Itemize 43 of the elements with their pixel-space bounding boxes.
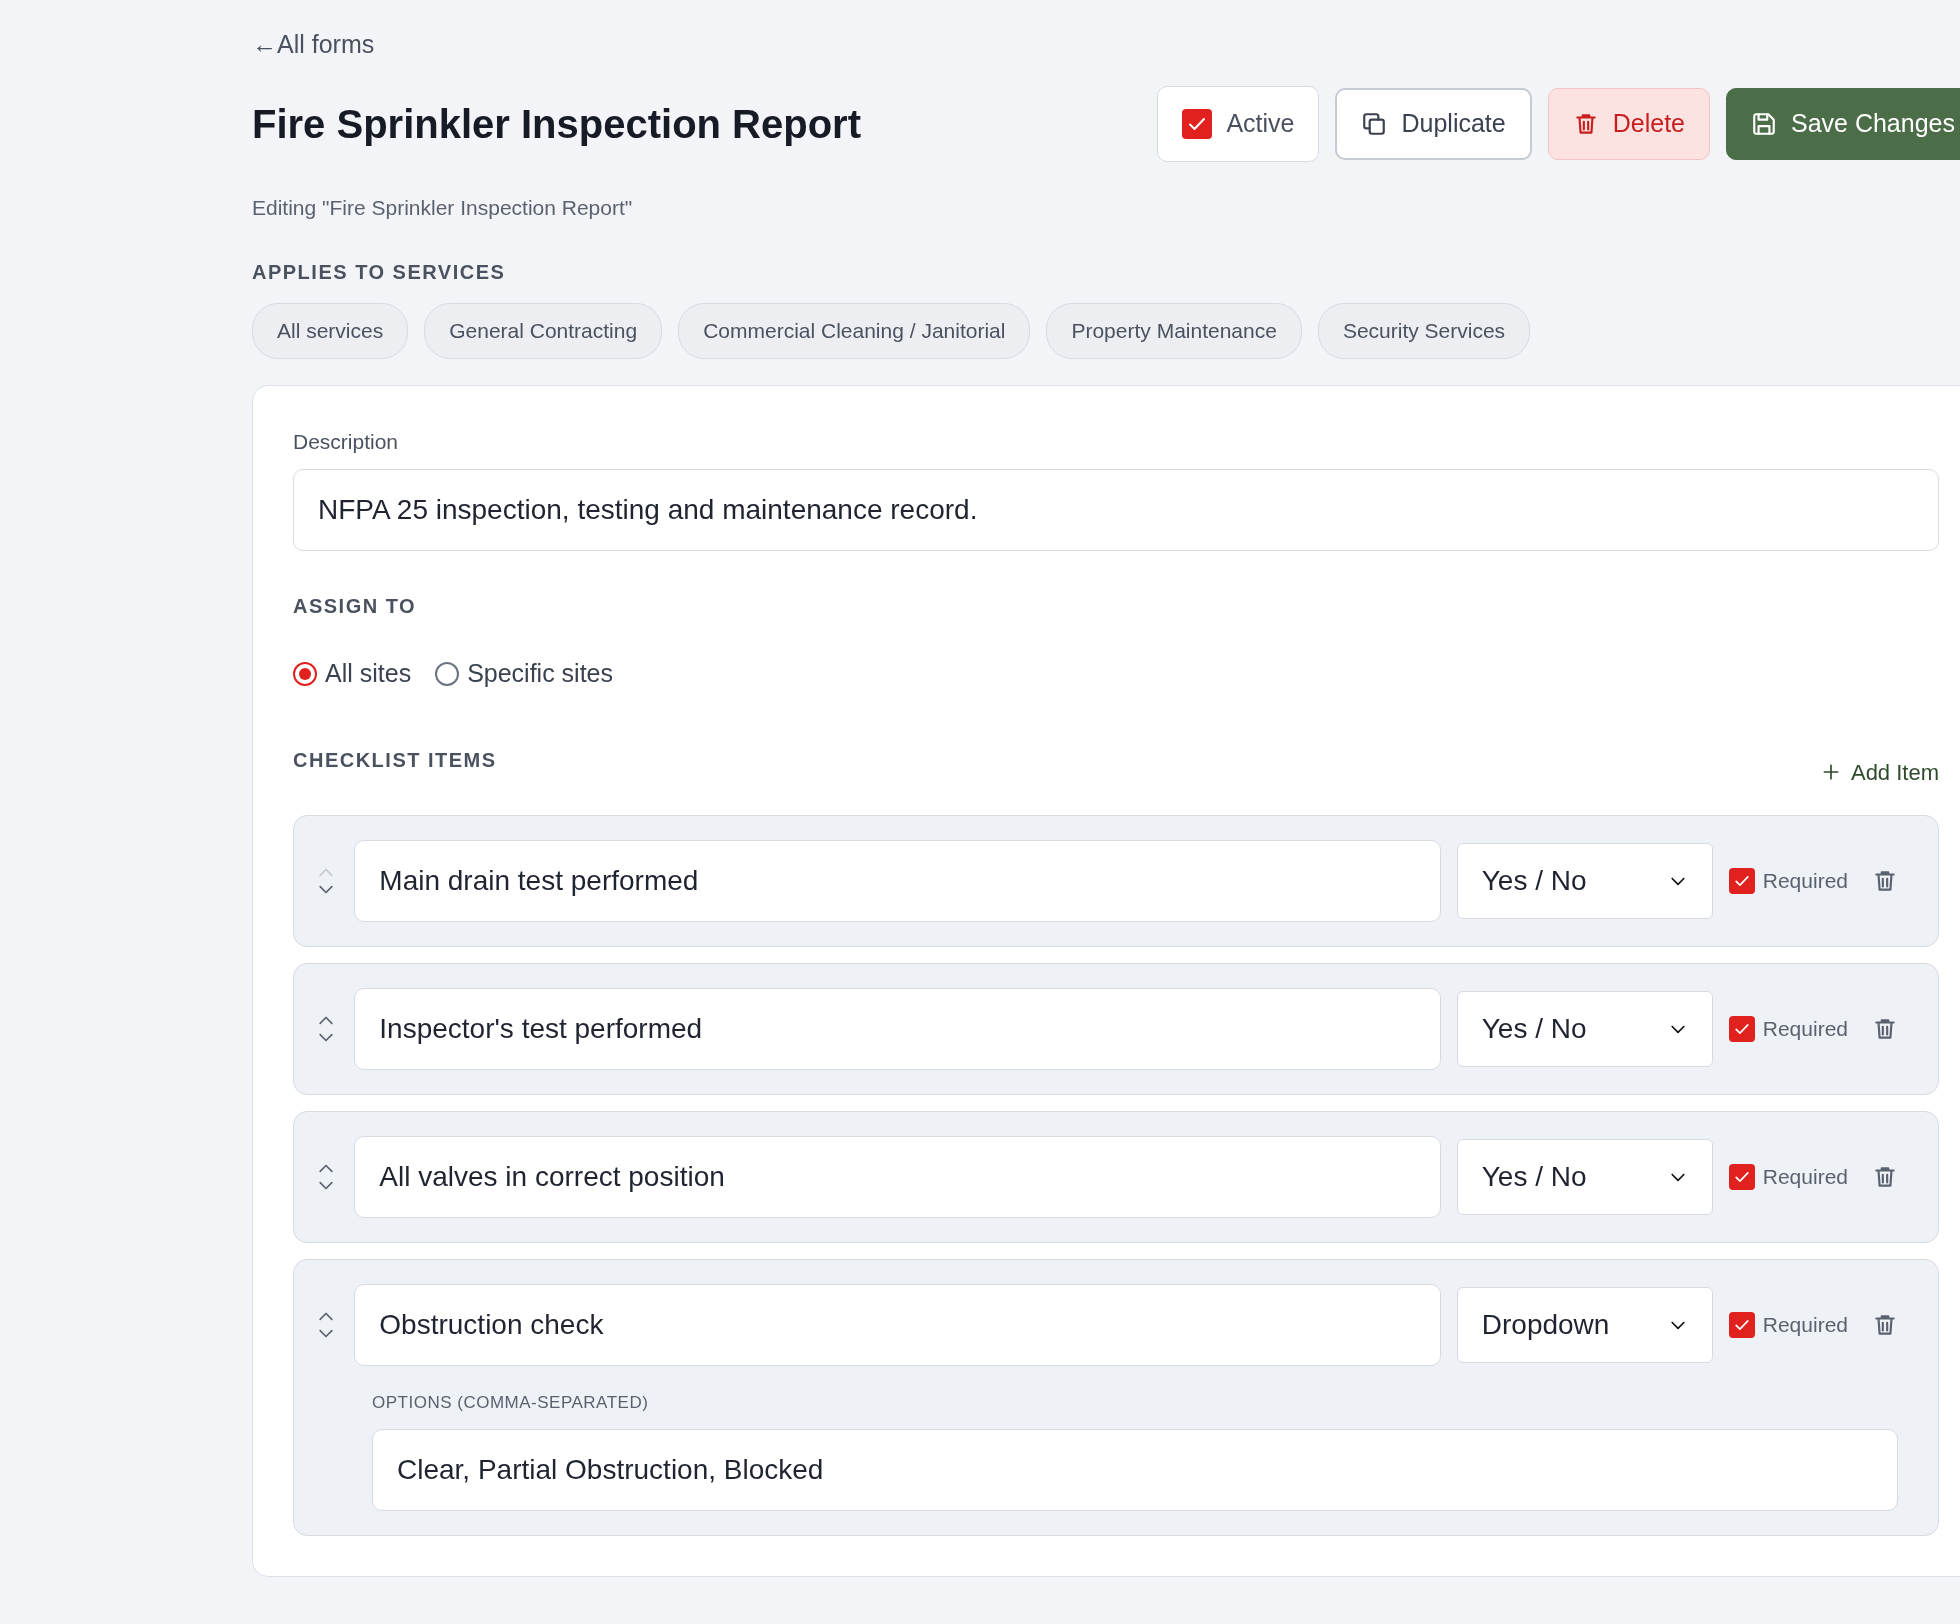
save-icon <box>1751 110 1777 137</box>
radio-button[interactable] <box>293 661 317 686</box>
required-checkbox[interactable]: Required <box>1728 1160 1848 1193</box>
form-subtitle: Editing "Fire Sprinkler Inspection Report" <box>252 194 634 221</box>
duplicate-button[interactable]: Duplicate <box>1335 87 1532 160</box>
section-heading: CHECKLIST ITEMS <box>293 747 497 773</box>
checkbox[interactable] <box>1728 1015 1755 1042</box>
section-heading: APPLIES TO SERVICES <box>252 260 507 285</box>
type-select[interactable]: Yes / No <box>1456 990 1713 1067</box>
radio-option[interactable]: All sites <box>293 655 412 693</box>
type-select[interactable]: Yes / No <box>1456 1138 1713 1215</box>
delete-button[interactable]: Delete <box>1547 87 1710 160</box>
checkbox[interactable] <box>1728 1163 1755 1190</box>
required-checkbox[interactable]: Required <box>1728 1012 1848 1045</box>
type-select[interactable]: Dropdown <box>1456 1286 1713 1363</box>
section-heading: ASSIGN TO <box>293 594 418 619</box>
type-select[interactable]: Yes / No <box>1456 842 1713 919</box>
service-chip[interactable]: All services <box>252 303 409 359</box>
checkbox[interactable] <box>1728 1311 1755 1338</box>
field-label: Description <box>293 428 400 455</box>
save-button[interactable]: Save Changes <box>1726 87 1960 160</box>
description-field[interactable]: NFPA 25 inspection, testing and maintenance record. <box>293 469 1939 551</box>
options-field[interactable]: Clear, Partial Obstruction, Blocked <box>372 1429 1898 1511</box>
checkbox[interactable] <box>1728 867 1755 894</box>
item-label-field[interactable]: Obstruction check <box>354 1283 1441 1366</box>
copy-icon <box>1361 110 1388 137</box>
add-item-button[interactable]: Add Item <box>1820 755 1939 789</box>
page-title: Fire Sprinkler Inspection Report <box>252 100 861 148</box>
back-link[interactable]: ←All forms <box>252 26 375 64</box>
item-label-field[interactable]: Main drain test performed <box>354 839 1441 922</box>
service-chip[interactable]: Commercial Cleaning / Janitorial <box>678 303 1031 359</box>
options-label: OPTIONS (COMMA-SEPARATED) <box>372 1391 650 1414</box>
required-checkbox[interactable]: Required <box>1728 864 1848 897</box>
active-toggle[interactable]: Active <box>1157 85 1320 162</box>
checkbox[interactable] <box>1182 108 1213 139</box>
item-label-field[interactable]: Inspector's test performed <box>354 987 1441 1070</box>
service-chip[interactable]: Property Maintenance <box>1046 303 1302 359</box>
radio-option[interactable]: Specific sites <box>435 655 614 693</box>
required-checkbox[interactable]: Required <box>1728 1308 1848 1341</box>
radio-button[interactable] <box>435 661 460 686</box>
service-chip[interactable]: General Contracting <box>424 303 663 359</box>
item-label-field[interactable]: All valves in correct position <box>354 1135 1441 1218</box>
service-chip[interactable]: Security Services <box>1317 303 1531 359</box>
